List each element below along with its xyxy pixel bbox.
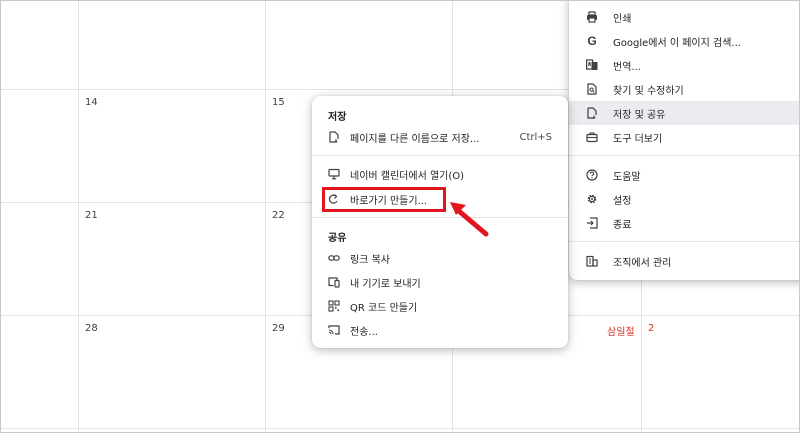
page-frame: [0, 0, 800, 433]
